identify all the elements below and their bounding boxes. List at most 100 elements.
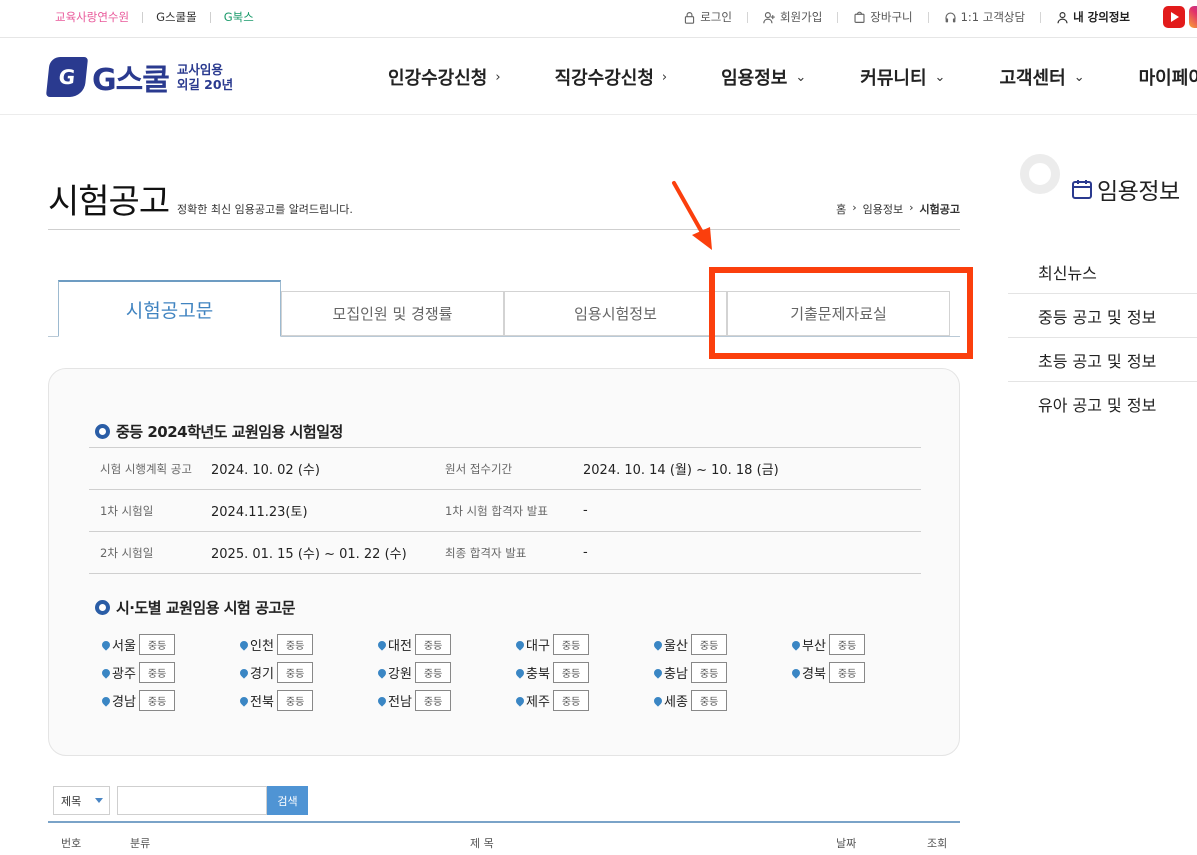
support-chat-link[interactable]: 1:1 고객상담 — [944, 9, 1025, 25]
level-badge[interactable]: 중등 — [414, 634, 452, 655]
logo-tagline-line2: 외길 20년 — [176, 77, 234, 92]
youtube-icon[interactable] — [1163, 6, 1185, 28]
region-item[interactable]: 전북 중등 — [238, 690, 378, 711]
level-badge[interactable]: 중등 — [690, 634, 728, 655]
search-button[interactable]: 검색 — [267, 786, 308, 815]
sidebar-item-kindergarten[interactable]: 유아 공고 및 정보 — [1008, 382, 1197, 426]
region-item[interactable]: 경기 중등 — [238, 662, 378, 683]
divider — [746, 11, 748, 23]
cart-icon — [854, 11, 865, 23]
map-pin-icon — [376, 666, 388, 679]
level-badge[interactable]: 중등 — [414, 662, 452, 683]
level-badge[interactable]: 중등 — [414, 690, 452, 711]
nav-mypage[interactable]: 마이페이 — [1139, 64, 1197, 90]
table-row: 1차 시험일 2024.11.23(토) 1차 시험 합격자 발표 - — [89, 490, 921, 532]
region-item[interactable]: 대전 중등 — [376, 634, 516, 655]
breadcrumb-home[interactable]: 홈 — [836, 201, 846, 217]
breadcrumb-current: 시험공고 — [919, 203, 960, 216]
map-pin-icon — [238, 694, 250, 707]
level-badge[interactable]: 중등 — [552, 662, 590, 683]
region-item[interactable]: 경북 중등 — [790, 662, 930, 683]
schedule-value: 2024. 10. 02 (수) — [211, 463, 320, 478]
schedule-key: 2차 시험일 — [100, 545, 154, 560]
level-badge[interactable]: 중등 — [552, 634, 590, 655]
schedule-key: 1차 시험 합격자 발표 — [445, 503, 548, 518]
region-item[interactable]: 세종 중등 — [652, 690, 792, 711]
nav-recruit-info[interactable]: 임용정보 ⌄ — [721, 64, 806, 90]
divider — [209, 11, 211, 23]
breadcrumb-recruit-info[interactable]: 임용정보 — [863, 201, 903, 217]
level-badge[interactable]: 중등 — [828, 634, 866, 655]
tab-exam-notice[interactable]: 시험공고문 — [58, 280, 281, 337]
schedule-key: 원서 접수기간 — [445, 461, 513, 476]
tab-recruitment-competition[interactable]: 모집인원 및 경쟁률 — [281, 291, 504, 336]
level-badge[interactable]: 중등 — [276, 634, 314, 655]
map-pin-icon — [376, 694, 388, 707]
region-item[interactable]: 부산 중등 — [790, 634, 930, 655]
region-item[interactable]: 전남 중등 — [376, 690, 516, 711]
cart-link[interactable]: 장바구니 — [853, 9, 913, 25]
signup-link[interactable]: 회원가입 — [763, 9, 822, 25]
link-gbooks[interactable]: G북스 — [224, 9, 254, 25]
region-item[interactable]: 경남 중등 — [100, 690, 240, 711]
region-item[interactable]: 서울 중등 — [100, 634, 240, 655]
link-edu-training[interactable]: 교육사랑연수원 — [55, 9, 129, 25]
sidebar-item-elementary[interactable]: 초등 공고 및 정보 — [1008, 338, 1197, 382]
search-input[interactable] — [117, 786, 267, 815]
site-logo[interactable]: G G스쿨 교사임용 외길 20년 — [45, 55, 234, 99]
breadcrumb-separator: › — [909, 201, 914, 214]
region-item[interactable]: 대구 중등 — [514, 634, 654, 655]
level-badge[interactable]: 중등 — [138, 690, 176, 711]
search-field-select[interactable]: 제목 — [53, 786, 110, 815]
region-item[interactable]: 충북 중등 — [514, 662, 654, 683]
family-sites: 교육사랑연수원 G스쿨몰 G북스 — [55, 9, 254, 25]
login-link[interactable]: 로그인 — [683, 9, 732, 25]
schedule-value: 2024. 10. 14 (월) ~ 10. 18 (금) — [583, 463, 779, 478]
sidebar-item-secondary[interactable]: 중등 공고 및 정보 — [1008, 294, 1197, 338]
map-pin-icon — [238, 638, 250, 651]
level-badge[interactable]: 중등 — [276, 662, 314, 683]
region-name: 충북 — [526, 667, 550, 682]
map-pin-icon — [514, 638, 526, 651]
map-pin-icon — [100, 666, 112, 679]
map-pin-icon — [376, 638, 388, 651]
map-pin-icon — [100, 638, 112, 651]
table-row: 2차 시험일 2025. 01. 15 (수) ~ 01. 22 (수) 최종 … — [89, 532, 921, 574]
sidebar-item-latest-news[interactable]: 최신뉴스 — [1008, 250, 1197, 294]
region-item[interactable]: 강원 중등 — [376, 662, 516, 683]
level-badge[interactable]: 중등 — [690, 662, 728, 683]
link-gschool-mall[interactable]: G스쿨몰 — [156, 9, 197, 25]
level-badge[interactable]: 중등 — [690, 690, 728, 711]
level-badge[interactable]: 중등 — [552, 690, 590, 711]
page-title: 시험공고 — [48, 182, 170, 222]
tab-exam-info[interactable]: 임용시험정보 — [504, 291, 727, 336]
region-item[interactable]: 인천 중등 — [238, 634, 378, 655]
schedule-value: - — [583, 545, 588, 560]
search-field-value: 제목 — [61, 794, 82, 808]
region-item[interactable]: 광주 중등 — [100, 662, 240, 683]
level-badge[interactable]: 중등 — [138, 634, 176, 655]
instagram-icon[interactable] — [1189, 6, 1197, 28]
region-section-title: 시·도별 교원임용 시험 공고문 — [95, 597, 295, 618]
level-badge[interactable]: 중등 — [828, 662, 866, 683]
my-courses-link[interactable]: 내 강의정보 — [1056, 9, 1130, 25]
nav-community[interactable]: 커뮤니티 ⌄ — [860, 64, 945, 90]
nav-customer-center[interactable]: 고객센터 ⌄ — [999, 64, 1084, 90]
sns-links — [1163, 6, 1197, 28]
region-name: 서울 — [112, 639, 136, 654]
region-name: 전북 — [250, 695, 274, 710]
region-item[interactable]: 충남 중등 — [652, 662, 792, 683]
region-name: 대전 — [388, 639, 412, 654]
chevron-down-icon: ⌄ — [934, 69, 946, 85]
schedule-panel: 중등 2024학년도 교원임용 시험일정 시험 시행계획 공고 2024. 10… — [48, 368, 960, 756]
level-badge[interactable]: 중등 — [138, 662, 176, 683]
utility-bar: 교육사랑연수원 G스쿨몰 G북스 로그인 회원가입 장바구니 1:1 고객상담 … — [0, 0, 1197, 38]
region-item[interactable]: 울산 중등 — [652, 634, 792, 655]
level-badge[interactable]: 중등 — [276, 690, 314, 711]
title-divider — [48, 229, 960, 230]
region-item[interactable]: 제주 중등 — [514, 690, 654, 711]
main-header: G G스쿨 교사임용 외길 20년 인강수강신청 › 직강수강신청 › 임용정보… — [0, 38, 1197, 115]
nav-online-courses[interactable]: 인강수강신청 › — [388, 64, 501, 90]
map-pin-icon — [652, 694, 664, 707]
nav-offline-courses[interactable]: 직강수강신청 › — [555, 64, 668, 90]
